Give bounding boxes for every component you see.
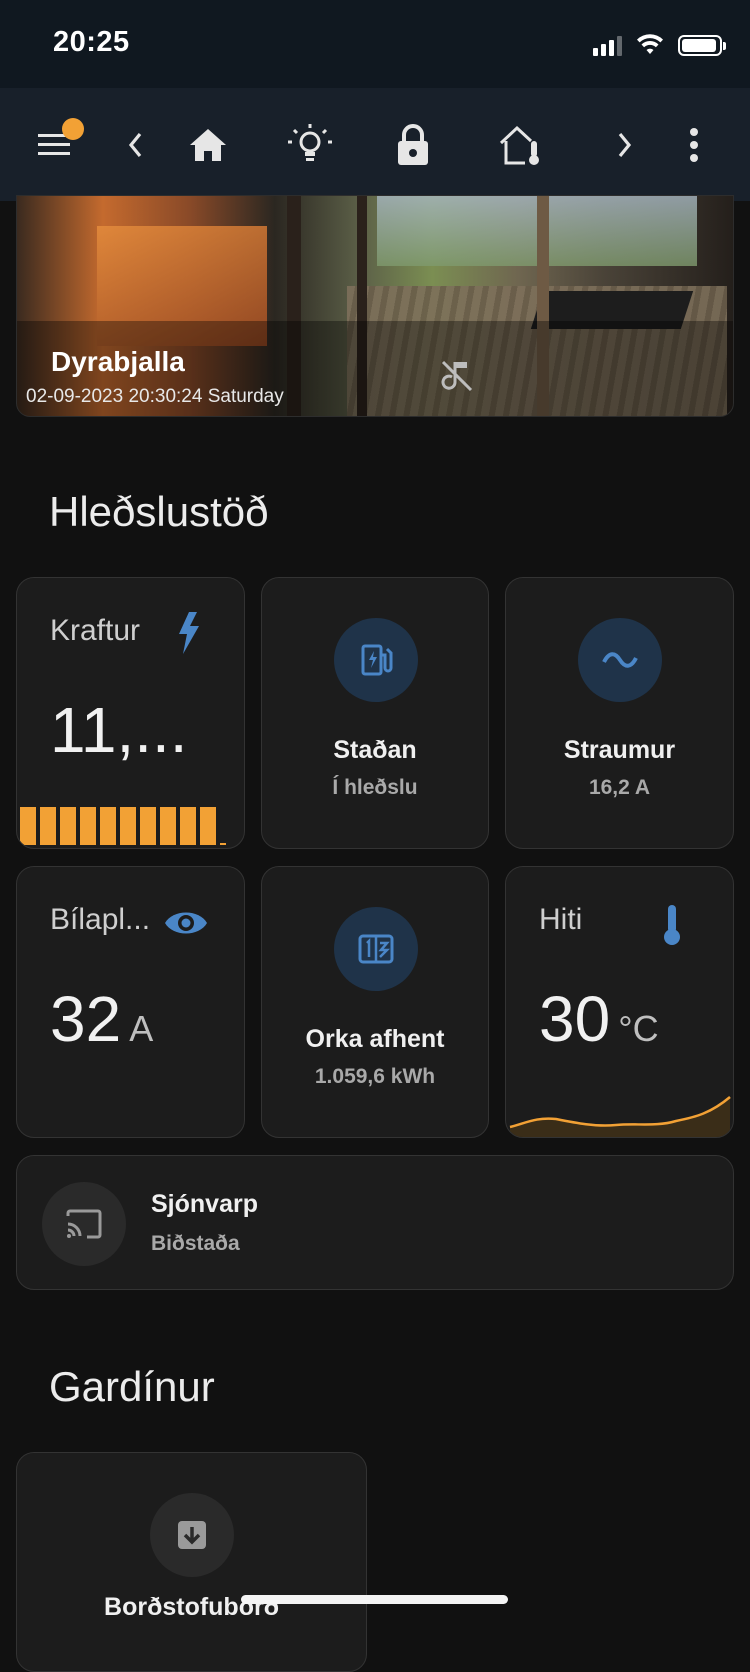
power-gauge-bar (20, 807, 226, 845)
tab-climate[interactable] (490, 88, 550, 201)
top-toolbar (0, 88, 750, 201)
music-off-icon[interactable] (437, 356, 477, 396)
cellular-signal-icon (593, 34, 622, 56)
eye-icon (165, 912, 207, 934)
chevron-left-icon (128, 132, 142, 157)
current-tile[interactable]: Straumur 16,2 A (505, 577, 734, 849)
counter-icon (358, 934, 394, 964)
camera-title: Dyrabjalla (51, 346, 185, 377)
home-icon (190, 128, 226, 161)
power-label: Kraftur (50, 614, 141, 647)
scroll-tabs-right-button[interactable] (605, 88, 645, 201)
temperature-value-row: 30 °C (539, 982, 659, 1056)
wifi-icon (637, 34, 663, 54)
more-vertical-icon (690, 127, 698, 162)
icon-circle (578, 618, 662, 702)
energy-delivered-tile[interactable]: Orka afhent 1.059,6 kWh (261, 866, 489, 1138)
overflow-menu-button[interactable] (680, 88, 708, 201)
lightbulb-icon (288, 123, 332, 161)
lock-icon (398, 123, 428, 165)
tab-home[interactable] (178, 88, 238, 201)
car-limit-unit: A (129, 1008, 154, 1049)
media-name: Sjónvarp (151, 1190, 258, 1218)
media-state: Biðstaða (151, 1232, 240, 1255)
curtain-cover-tile[interactable]: Borðstofuborð (16, 1452, 367, 1672)
current-tile-state: 16,2 A (588, 776, 651, 799)
ev-station-icon (361, 644, 393, 676)
car-limit-card[interactable]: Bílapl... 32 A (16, 866, 245, 1138)
temperature-unit: °C (618, 1008, 659, 1049)
status-tile-name: Staðan (333, 736, 417, 764)
arrow-down-box-icon (178, 1521, 206, 1549)
car-limit-value: 32 (50, 983, 122, 1055)
home-thermometer-icon (499, 125, 539, 165)
tab-security[interactable] (383, 88, 443, 201)
tab-lights[interactable] (280, 88, 340, 201)
status-time: 20:25 (53, 26, 130, 58)
car-limit-label: Bílapl... (50, 903, 151, 936)
temperature-value: 30 (539, 983, 611, 1055)
current-tile-name: Straumur (563, 736, 676, 764)
temperature-label: Hiti (539, 903, 583, 936)
cast-icon (66, 1209, 102, 1239)
scroll-tabs-left-button[interactable] (115, 88, 155, 201)
temperature-card[interactable]: Hiti 30 °C (505, 866, 734, 1138)
energy-tile-name: Orka afhent (305, 1025, 445, 1053)
media-player-card[interactable]: Sjónvarp Biðstaða (16, 1155, 734, 1290)
status-bar: 20:25 (0, 0, 750, 88)
car-limit-value-row: 32 A (50, 982, 153, 1056)
power-gauge-card[interactable]: Kraftur 11,... (16, 577, 245, 849)
battery-icon (678, 34, 726, 56)
section-title-curtains: Gardínur (49, 1363, 215, 1410)
current-ac-icon (602, 652, 638, 668)
chevron-right-icon (618, 132, 632, 157)
power-value: 11,... (50, 694, 188, 766)
temperature-sparkline (509, 1096, 731, 1137)
section-title-charger: Hleðslustöð (49, 488, 269, 535)
energy-tile-state: 1.059,6 kWh (314, 1065, 436, 1088)
charger-status-tile[interactable]: Staðan Í hleðslu (261, 577, 489, 849)
media-icon-circle (42, 1182, 126, 1266)
notification-badge (62, 118, 84, 140)
icon-circle (334, 907, 418, 991)
thermometer-icon (664, 905, 680, 945)
status-tile-state: Í hleðslu (332, 776, 418, 799)
home-indicator[interactable] (241, 1595, 508, 1604)
menu-button[interactable] (25, 88, 85, 201)
doorbell-camera-card[interactable]: Dyrabjalla 02-09-2023 20:30:24 Saturday (16, 195, 734, 417)
status-icons (593, 30, 726, 60)
camera-timestamp: 02-09-2023 20:30:24 Saturday (26, 386, 284, 407)
icon-circle (334, 618, 418, 702)
cover-icon-circle (150, 1493, 234, 1577)
flash-icon (179, 612, 199, 654)
